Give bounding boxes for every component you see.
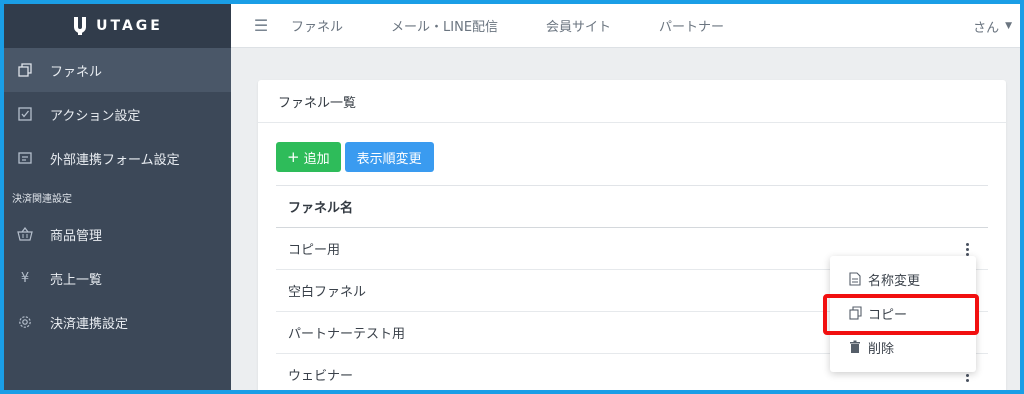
sidebar-item-label: 売上一覧 — [50, 272, 103, 288]
user-name: さん — [973, 20, 1000, 36]
yen-icon: ¥ — [20, 270, 30, 286]
sidebar-section-payment: 決済関連設定 — [12, 193, 72, 205]
sidebar: UTAGE ファネル アクション設定 外部連携フォーム設定 決済関連設定 商品管… — [4, 4, 231, 390]
card-title: ファネル一覧 — [258, 80, 1006, 123]
nav-funnel[interactable]: ファネル — [291, 16, 343, 35]
menu-toggle-icon[interactable]: ☰ — [231, 16, 291, 35]
column-header-funnel-name: ファネル名 — [276, 185, 988, 228]
sidebar-item-label: 外部連携フォーム設定 — [50, 152, 180, 168]
copy-icon — [16, 61, 34, 79]
sidebar-item-label: 商品管理 — [50, 228, 103, 244]
menu-item-copy[interactable]: コピー — [830, 296, 976, 330]
add-button[interactable]: + 追加 — [276, 142, 341, 172]
sidebar-item-label: ファネル — [50, 64, 103, 80]
brand-name: UTAGE — [96, 18, 163, 34]
sidebar-item-label: アクション設定 — [50, 108, 141, 124]
sidebar-item-products[interactable]: 商品管理 — [4, 212, 231, 256]
menu-item-delete[interactable]: 削除 — [830, 330, 976, 364]
card-actions: + 追加 表示順変更 — [276, 142, 434, 172]
form-icon — [16, 149, 34, 167]
sidebar-item-external-form[interactable]: 外部連携フォーム設定 — [4, 136, 231, 180]
app-frame: UTAGE ファネル アクション設定 外部連携フォーム設定 決済関連設定 商品管… — [4, 4, 1020, 390]
funnel-name[interactable]: ウェビナー — [288, 365, 353, 384]
funnel-name[interactable]: 空白ファネル — [288, 281, 366, 300]
plus-icon: + — [287, 147, 300, 166]
chevron-down-icon: ▼ — [1005, 21, 1012, 31]
basket-icon — [16, 225, 34, 243]
menu-item-rename[interactable]: 名称変更 — [830, 262, 976, 296]
reorder-button[interactable]: 表示順変更 — [344, 142, 434, 172]
sidebar-item-funnel[interactable]: ファネル — [4, 48, 231, 92]
document-icon — [848, 272, 862, 286]
user-menu[interactable]: さん ▼ — [973, 4, 1012, 48]
utage-logo-icon — [74, 17, 87, 35]
funnel-name[interactable]: コピー用 — [288, 239, 340, 258]
trash-icon — [848, 340, 862, 354]
sidebar-item-sales[interactable]: ¥ 売上一覧 — [4, 256, 231, 300]
menu-item-label: 名称変更 — [868, 273, 921, 289]
menu-item-label: 削除 — [868, 341, 895, 357]
funnel-name[interactable]: パートナーテスト用 — [288, 323, 405, 342]
sidebar-item-payment-integration[interactable]: 決済連携設定 — [4, 300, 231, 344]
row-options-menu: 名称変更 コピー 削除 — [830, 256, 976, 372]
nav-mail-line[interactable]: メール・LINE配信 — [391, 16, 498, 35]
checkbox-icon — [16, 105, 34, 123]
nav-partner[interactable]: パートナー — [659, 16, 724, 35]
sidebar-item-action-settings[interactable]: アクション設定 — [4, 92, 231, 136]
copy-icon — [848, 306, 862, 320]
logo-bar[interactable]: UTAGE — [4, 4, 231, 48]
sidebar-item-label: 決済連携設定 — [50, 316, 129, 332]
menu-item-label: コピー — [868, 307, 908, 323]
gear-icon — [16, 313, 34, 331]
add-button-label: 追加 — [303, 151, 330, 167]
top-nav: ☰ ファネル メール・LINE配信 会員サイト パートナー さん ▼ — [231, 4, 1020, 48]
nav-member-site[interactable]: 会員サイト — [546, 16, 611, 35]
